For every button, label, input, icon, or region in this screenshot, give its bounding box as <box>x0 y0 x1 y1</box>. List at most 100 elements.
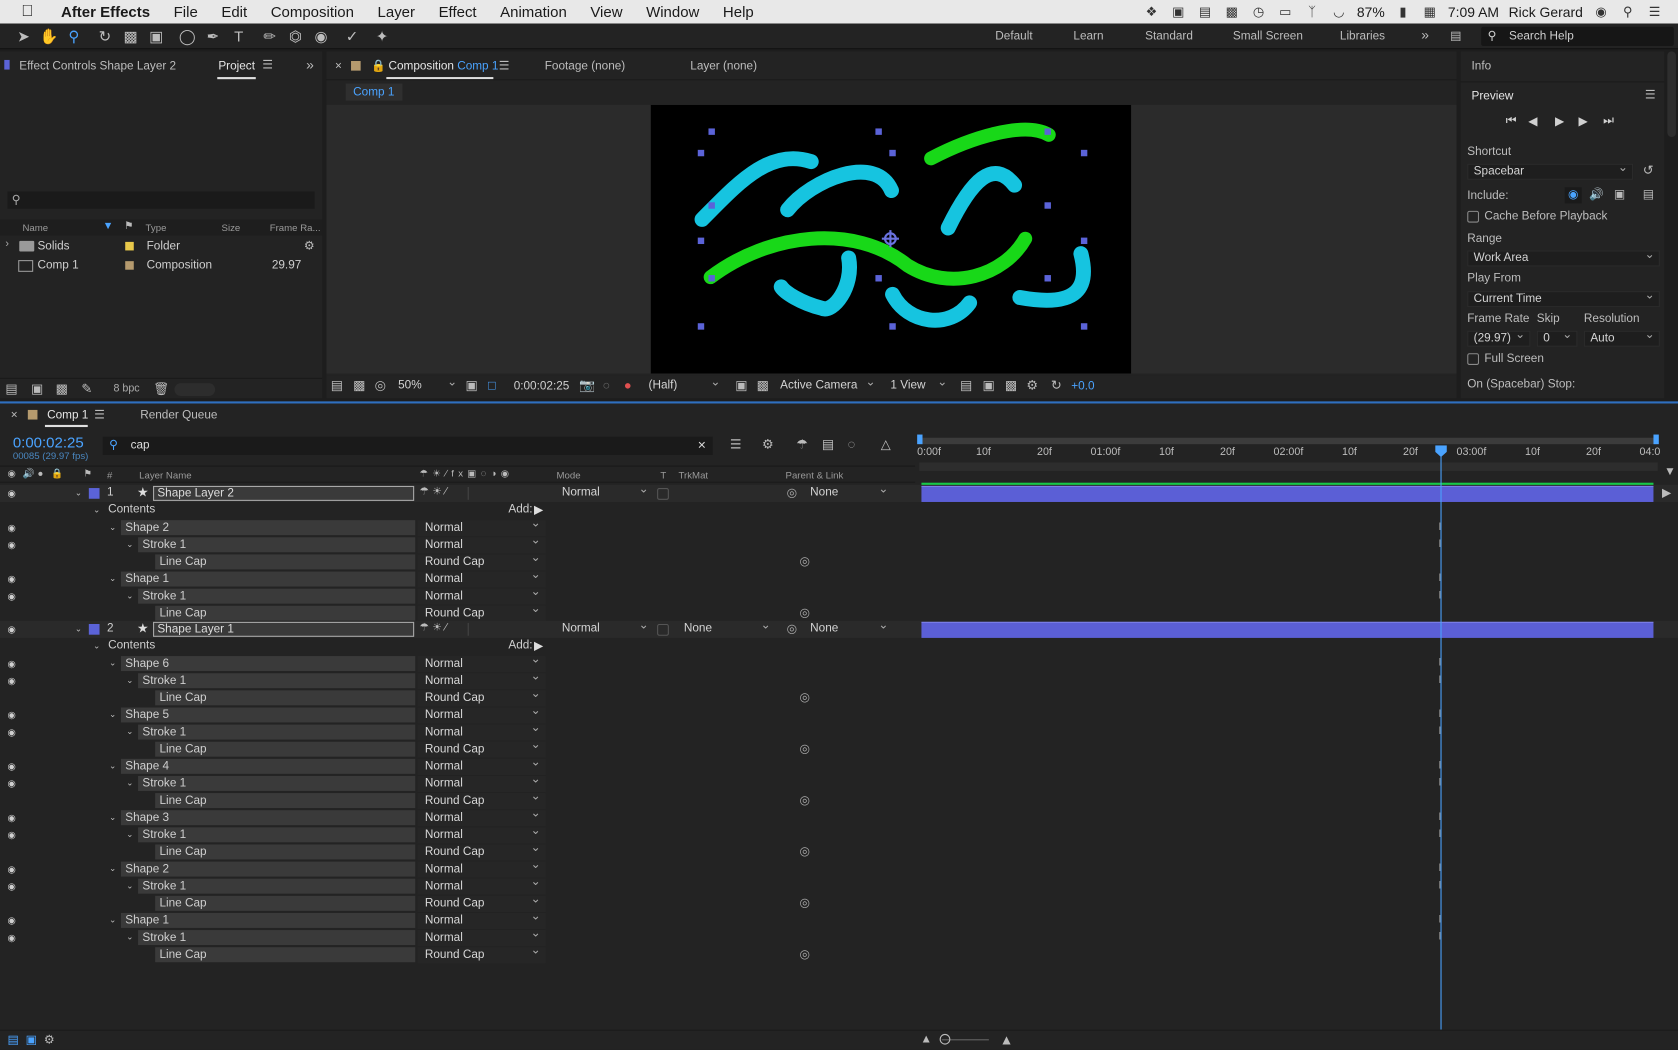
time-machine-icon[interactable]: ◷ <box>1250 4 1267 19</box>
dropbox-icon[interactable]: ❖ <box>1143 4 1160 19</box>
always-preview-icon[interactable]: ▤ <box>331 378 343 393</box>
expand-arrow-icon[interactable]: ⌄ <box>126 539 137 550</box>
shape-group-row[interactable]: ◉⌄Shape 1NormalI <box>0 567 1678 588</box>
menu-file[interactable]: File <box>162 3 210 20</box>
project-item-comp-1[interactable]: Comp 1 Composition 29.97 <box>0 257 322 275</box>
hand-tool-icon[interactable]: ✋ <box>39 27 60 46</box>
apple-icon[interactable]:  <box>21 3 36 20</box>
visibility-eye-icon[interactable]: ◉ <box>7 522 20 533</box>
wifi-icon[interactable]: ◡ <box>1330 4 1347 19</box>
workspace-toggle-icon[interactable]: ▤ <box>1450 29 1461 43</box>
visibility-eye-icon[interactable]: ◉ <box>7 761 20 772</box>
zoom-out-icon[interactable]: ▲ <box>920 1033 932 1046</box>
switch-cells[interactable] <box>467 622 554 636</box>
stroke-row[interactable]: ◉⌄Stroke 1NormalI <box>0 533 1678 554</box>
expand-arrow-icon[interactable]: ⌄ <box>126 727 137 738</box>
toggle-pixel-aspect-icon[interactable]: ▤ <box>960 378 972 393</box>
property-pick-whip-icon[interactable]: ◎ <box>799 607 812 620</box>
blend-mode-select[interactable]: Normal <box>417 533 546 554</box>
rotate-tool-icon[interactable]: ↻ <box>94 27 115 46</box>
breadcrumb-comp-1[interactable]: Comp 1 <box>345 83 402 101</box>
shape-group-name[interactable]: Shape 1 <box>120 912 416 928</box>
expand-arrow-icon[interactable]: ⌄ <box>93 641 104 652</box>
type-tool-icon[interactable]: T <box>228 27 249 46</box>
resolution-select[interactable]: (Half) <box>643 376 724 395</box>
comp-marker-bin-icon[interactable]: ▼ <box>1664 466 1676 479</box>
frame-blending-icon[interactable]: ▤ <box>822 437 834 452</box>
composition-mini-flowchart-icon[interactable]: ☰ <box>730 437 742 452</box>
blend-mode-select[interactable]: Normal <box>417 755 546 775</box>
next-frame-icon[interactable]: ▶ <box>1579 115 1588 129</box>
menu-window[interactable]: Window <box>634 3 711 20</box>
flowchart-icon[interactable]: ⚙ <box>304 239 315 253</box>
pen-tool-icon[interactable]: ✒ <box>202 27 223 46</box>
visibility-eye-icon[interactable]: ◉ <box>7 658 20 669</box>
menu-effect[interactable]: Effect <box>427 3 489 20</box>
battery-icon[interactable]: ▮ <box>1394 4 1411 19</box>
parent-select[interactable]: None <box>805 619 893 638</box>
view-layout-select[interactable]: 1 View <box>885 376 951 395</box>
stroke-name[interactable]: Stroke 1 <box>138 827 416 843</box>
contents-row[interactable]: ⌄ Contents Add: ▶ <box>0 638 1678 655</box>
line-cap-select[interactable]: Round Cap <box>417 789 546 810</box>
flowchart-icon[interactable]: ⚙ <box>1026 378 1038 393</box>
visibility-eye-icon[interactable]: ◉ <box>7 932 20 943</box>
monitor-icon[interactable]: ▩ <box>353 378 365 393</box>
range-select[interactable]: Work Area <box>1467 248 1660 267</box>
skip-select[interactable]: 0 <box>1536 329 1578 347</box>
stroke-row[interactable]: ◉⌄Stroke 1NormalI <box>0 584 1678 605</box>
stroke-row[interactable]: ◉⌄Stroke 1NormalI <box>0 772 1678 793</box>
fast-previews-icon[interactable]: ▣ <box>982 378 994 393</box>
transparency-grid-icon[interactable]: ▩ <box>757 378 769 393</box>
shape-group-row[interactable]: ◉⌄Shape 5NormalI <box>0 703 1678 724</box>
expand-arrow-icon[interactable]: ⌄ <box>109 574 120 585</box>
visibility-eye-icon[interactable]: ◉ <box>7 624 20 635</box>
blend-mode-select[interactable]: Normal <box>417 703 546 724</box>
tab-info[interactable]: Info <box>1472 60 1492 73</box>
bit-depth-button[interactable]: 8 bpc <box>113 383 139 395</box>
panel-menu-icon[interactable]: ☰ <box>94 408 105 422</box>
blend-mode-select[interactable]: Normal <box>417 584 546 605</box>
add-shape-icon[interactable]: ▶ <box>534 503 543 517</box>
project-search-input[interactable]: ⚲ <box>7 191 315 209</box>
workspace-learn[interactable]: Learn <box>1073 30 1103 43</box>
exposure-value[interactable]: +0.0 <box>1071 380 1094 393</box>
work-area-bar[interactable] <box>919 437 1658 445</box>
expand-arrow-icon[interactable]: ⌄ <box>109 522 120 533</box>
line-cap-row[interactable]: Line CapRound Cap ◎ <box>0 550 1678 571</box>
first-frame-icon[interactable]: ⏮ <box>1506 115 1517 129</box>
visibility-eye-icon[interactable]: ◉ <box>7 829 20 840</box>
work-area-start[interactable] <box>917 434 923 445</box>
blend-mode-select[interactable]: Normal <box>417 806 546 827</box>
expand-arrow-icon[interactable]: ⌄ <box>126 591 137 602</box>
new-composition-icon[interactable]: ▩ <box>56 381 68 396</box>
line-cap-row[interactable]: Line CapRound Cap ◎ <box>0 789 1678 810</box>
bluetooth-icon[interactable]: ᛉ <box>1303 4 1320 19</box>
tab-comp-1[interactable]: Comp 1 <box>47 409 88 422</box>
column-trkmat[interactable]: TrkMat <box>679 470 709 481</box>
fit-icon[interactable]: ▣ <box>466 378 478 393</box>
expand-arrow-icon[interactable]: ⌄ <box>109 864 120 875</box>
user-name[interactable]: Rick Gerard <box>1509 4 1583 20</box>
preserve-transparency-checkbox[interactable] <box>657 488 669 500</box>
shape-group-name[interactable]: Shape 2 <box>120 520 416 536</box>
in-out-toggle-icon[interactable]: ⚙ <box>44 1033 55 1047</box>
stroke-row[interactable]: ◉⌄Stroke 1NormalI <box>0 926 1678 947</box>
zoom-select[interactable]: 50% <box>393 376 461 395</box>
timeline-icon[interactable]: ▩ <box>1005 378 1017 393</box>
label-color-swatch[interactable] <box>125 261 134 270</box>
display-icon[interactable]: ▩ <box>1223 4 1240 19</box>
visibility-eye-icon[interactable]: ◉ <box>7 675 20 686</box>
layer-end-icon[interactable]: ▶ <box>1662 486 1671 500</box>
shape-group-name[interactable]: Shape 2 <box>120 861 416 877</box>
line-cap-row[interactable]: Line CapRound Cap ◎ <box>0 737 1678 758</box>
property-pick-whip-icon[interactable]: ◎ <box>799 555 812 568</box>
visibility-eye-icon[interactable]: ◉ <box>7 727 20 738</box>
tab-render-queue[interactable]: Render Queue <box>140 409 217 422</box>
shape-group-name[interactable]: Shape 1 <box>120 571 416 587</box>
roto-brush-tool-icon[interactable]: ✓ <box>341 27 362 46</box>
stroke-name[interactable]: Stroke 1 <box>138 673 416 689</box>
delete-icon[interactable]: 🗑 <box>153 381 169 396</box>
expand-arrow-icon[interactable]: ⌄ <box>109 710 120 721</box>
layer-label-swatch[interactable] <box>88 623 100 635</box>
